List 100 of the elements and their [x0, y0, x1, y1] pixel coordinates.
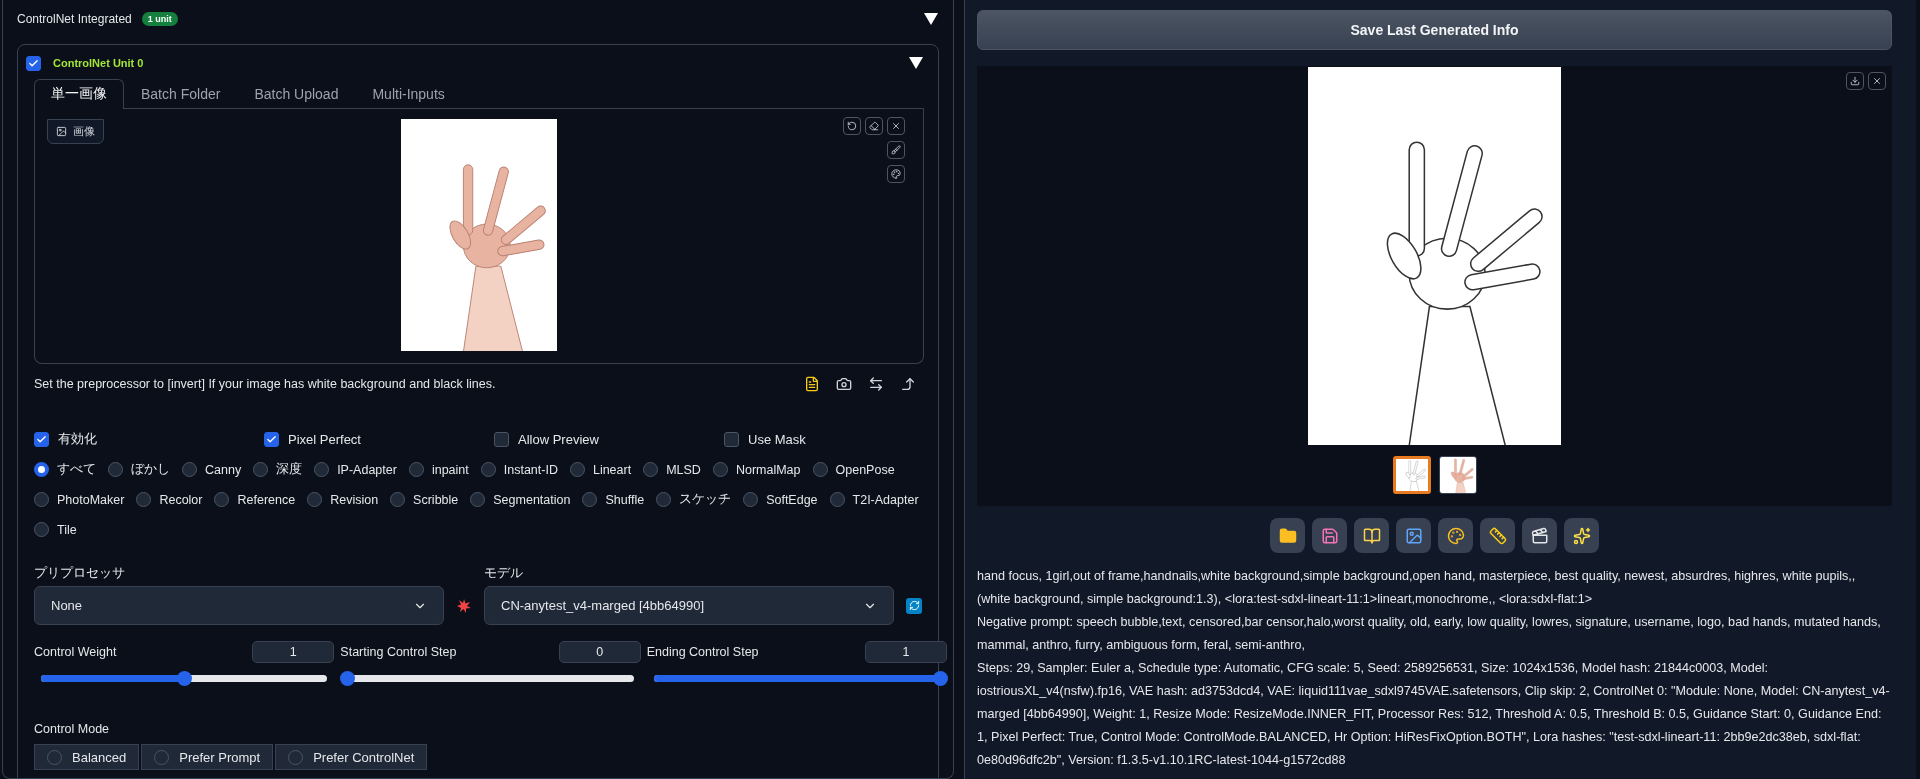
- folder-icon: [1278, 526, 1297, 545]
- clapperboard-button[interactable]: [1522, 518, 1557, 553]
- control-type-radio[interactable]: Segmentation: [470, 490, 571, 509]
- slider-thumb[interactable]: [340, 671, 356, 686]
- palette-button[interactable]: [1438, 518, 1473, 553]
- palette-button[interactable]: [887, 165, 905, 183]
- slider-label: Starting Control Step: [340, 645, 457, 659]
- control-type-radio[interactable]: Canny: [182, 460, 242, 479]
- slider-thumb[interactable]: [177, 671, 193, 686]
- option-checkbox[interactable]: 有効化: [34, 430, 264, 448]
- control-type-radio[interactable]: Shuffle: [582, 490, 645, 509]
- close-icon: [1872, 76, 1882, 86]
- generation-info-text: Negative prompt: speech bubble,text, censored,bar censor,halo,worst quality, old, early, low quality, lowres, signature, username, logo, bad hands, mutated hands, mammal, anthro, furry, ambiguous form, feral, semi-anthro,: [977, 614, 1882, 654]
- control-type-radio[interactable]: T2I-Adapter: [829, 490, 919, 509]
- control-type-radio[interactable]: Recolor: [136, 490, 203, 509]
- tab[interactable]: Batch Upload: [237, 79, 356, 109]
- tab[interactable]: Multi-Inputs: [355, 79, 462, 109]
- control-type-radio[interactable]: PhotoMaker: [34, 490, 125, 509]
- control-type-radio[interactable]: NormalMap: [712, 460, 801, 479]
- book-button[interactable]: [1354, 518, 1389, 553]
- control-type-radio[interactable]: inpaint: [408, 460, 469, 479]
- tab[interactable]: Batch Folder: [124, 79, 238, 109]
- control-type-radio[interactable]: Lineart: [569, 460, 632, 479]
- download-button[interactable]: [1846, 72, 1864, 90]
- model-dropdown[interactable]: CN-anytest_v4-marged [4bb64990]: [484, 586, 894, 625]
- control-type-radio[interactable]: Instant-ID: [480, 460, 558, 479]
- download-icon: [1850, 76, 1860, 86]
- number-field[interactable]: 1: [865, 641, 947, 663]
- sparkles-button[interactable]: [1564, 518, 1599, 553]
- slider-thumb[interactable]: [933, 671, 948, 686]
- control-type-radio[interactable]: SoftEdge: [743, 490, 818, 509]
- slider-label: Ending Control Step: [646, 645, 759, 659]
- save-info-button[interactable]: Save Last Generated Info: [977, 10, 1892, 50]
- generation-info-text: Steps: 29, Sampler: Euler a, Schedule type: Automatic, CFG scale: 5, Seed: 2589256531, Size: 1024x1536, Model hash: 21844c0003, Model: iostriousXL_v4(nsfw).fp16, VAE hash: ad3753dcd4, VAE: liquid111vae_sdxl9745VAE.safetensors, Clip skip: 2, ControlNet 0: "Module: None, Model: CN-anytest_v4-marged [4bb64990], Weight: 1, Resize Mode: ResizeMode.INNER_FIT, Processor Res: 512, Threshold A: 0.5, Threshold B: 0.5, Guidance Start: 0, Guidance End: 1, Pixel Perfect: True, Control Mode: ControlMode.BALANCED, Hr Option: HiResFixOption.BOTH", Lora hashes: "test-sdxl-lineart-11: 2bb9e2dc38eb, sdxl-flat: 0e80d96dfc2b", Version: f1.3.5-v1.10.1RC-latest-1044-g1572cd88: [977, 660, 1891, 769]
- control-mode-radio[interactable]: Prefer ControlNet: [275, 744, 428, 770]
- curved-arrow-icon[interactable]: [900, 376, 916, 392]
- control-type-radio[interactable]: OpenPose: [812, 460, 895, 479]
- control-type-radio[interactable]: Tile: [34, 520, 77, 539]
- thumbnail[interactable]: [1438, 456, 1477, 494]
- unit-checkbox[interactable]: [26, 55, 41, 71]
- number-field[interactable]: 0: [558, 641, 641, 663]
- control-type-radio[interactable]: スケッチ: [656, 490, 732, 509]
- generation-info-text: hand focus, 1girl,out of frame,handnails,white background,simple background,open hand, masterpiece, best quality, newest, absurdres, highres, white pupils,, (white background, simple background:1.3), <lora:test-sdxl-lineart-11:1>lineart,monochrome,, <lora:sdxl-flat:1>: [977, 568, 1857, 608]
- control-type-radio[interactable]: Reference: [214, 490, 296, 509]
- undo-icon: [847, 121, 857, 131]
- unit-title: ControlNet Unit 0: [53, 57, 144, 69]
- control-type-radio[interactable]: MLSD: [643, 460, 701, 479]
- field-label: プリプロセッサ: [34, 565, 126, 582]
- save-button[interactable]: [1312, 518, 1347, 553]
- check-icon: [28, 57, 39, 69]
- control-type-radio[interactable]: IP-Adapter: [314, 460, 397, 479]
- check-icon: [36, 433, 47, 445]
- control-mode-radio[interactable]: Prefer Prompt: [141, 744, 274, 770]
- image-icon: [56, 126, 67, 137]
- field-label: モデル: [484, 565, 524, 582]
- control-mode-radio[interactable]: Balanced: [34, 744, 140, 770]
- control-type-radio[interactable]: ぼかし: [108, 460, 170, 479]
- control-type-radio[interactable]: 深度: [253, 460, 303, 479]
- control-type-radio[interactable]: すべて: [34, 460, 96, 479]
- brush-button[interactable]: [887, 141, 905, 159]
- check-icon: [266, 433, 277, 445]
- image-label: 画像: [47, 119, 104, 144]
- ruler-icon: [1488, 526, 1507, 545]
- close-button[interactable]: [1868, 72, 1886, 90]
- camera-icon[interactable]: [836, 376, 852, 392]
- brush-icon: [891, 145, 901, 155]
- collapse-icon[interactable]: [923, 12, 939, 26]
- unit-count-badge: 1 unit: [141, 12, 178, 26]
- refresh-icon: [908, 600, 920, 611]
- number-field[interactable]: 1: [252, 641, 335, 663]
- section-title: ControlNet Integrated: [17, 12, 132, 26]
- control-type-radio[interactable]: Revision: [307, 490, 379, 509]
- option-checkbox[interactable]: Allow Preview: [494, 430, 724, 448]
- option-checkbox[interactable]: Use Mask: [724, 430, 953, 448]
- preprocessor-dropdown[interactable]: None: [34, 586, 444, 625]
- undo-button[interactable]: [843, 117, 861, 135]
- palette-icon: [891, 169, 901, 179]
- slider-label: Control Weight: [34, 645, 117, 659]
- close-button[interactable]: [887, 117, 905, 135]
- section-label: Control Mode: [34, 722, 111, 736]
- eraser-button[interactable]: [865, 117, 883, 135]
- option-checkbox[interactable]: Pixel Perfect: [264, 430, 494, 448]
- close-icon: [891, 121, 901, 131]
- hint-text: Set the preprocessor to [invert] If your image has white background and black lines.: [34, 377, 496, 391]
- control-type-radio[interactable]: Scribble: [390, 490, 459, 509]
- thumbnail[interactable]: [1392, 456, 1431, 494]
- note-icon[interactable]: [804, 376, 820, 392]
- open-folder-button[interactable]: [1270, 518, 1305, 553]
- swap-icon[interactable]: [868, 376, 884, 392]
- eraser-icon: [869, 121, 879, 131]
- ruler-button[interactable]: [1480, 518, 1515, 553]
- clapperboard-icon: [1530, 526, 1549, 545]
- image-icon: [1404, 526, 1423, 545]
- burst-icon[interactable]: [457, 598, 471, 613]
- palette-icon: [1446, 526, 1465, 545]
- refresh-button[interactable]: [906, 597, 922, 614]
- collapse-icon[interactable]: [908, 56, 924, 70]
- book-icon: [1362, 526, 1381, 545]
- tab[interactable]: 単一画像: [34, 79, 124, 109]
- image-button[interactable]: [1396, 518, 1431, 553]
